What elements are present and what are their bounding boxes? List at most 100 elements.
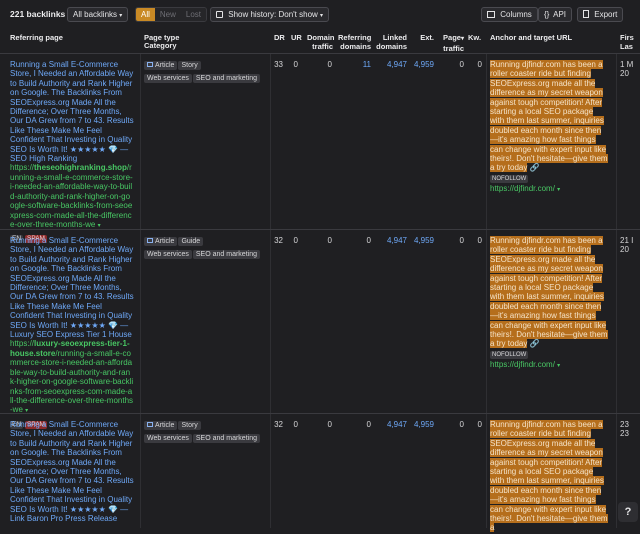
domain-traffic-value: 0 <box>327 420 332 429</box>
ext-value[interactable]: 4,959 <box>408 236 434 245</box>
dr-value: 32 <box>274 236 283 245</box>
keywords-value: 0 <box>477 236 482 245</box>
page-traffic-value: 0 <box>459 60 464 69</box>
link-icon: 🔗 <box>529 163 540 173</box>
page-type-tag: Article <box>144 61 178 70</box>
dr-value: 32 <box>274 420 283 429</box>
status-segmented-control: All New Lost <box>135 7 208 22</box>
referring-page-url-link[interactable]: https://theseohighranking.shop/running-a… <box>10 163 133 228</box>
page-type-cell: Article Story Web services SEO and marketi… <box>144 60 268 86</box>
segment-lost[interactable]: Lost <box>180 8 207 21</box>
chevron-down-icon: ▾ <box>119 13 123 19</box>
header-linked-domains[interactable]: Linked domains <box>376 33 407 51</box>
page-type-tag: Guide <box>178 237 204 246</box>
ur-value: 0 <box>293 420 298 429</box>
category-tag: SEO and marketing <box>192 434 260 443</box>
anchor-target-cell: Running djfindr.com has been a roller co… <box>490 420 608 533</box>
referring-domains-value[interactable]: 11 <box>355 60 371 69</box>
header-anchor-target[interactable]: Anchor and target URL <box>490 33 572 42</box>
chevron-down-icon: ▾ <box>320 13 324 19</box>
backlinks-table: Referring page Page type Category DR UR … <box>0 28 640 533</box>
calendar-icon <box>216 11 223 18</box>
referring-page-cell: Running a Small E-Commerce Store, I Need… <box>10 60 134 244</box>
category-tag: Web services <box>144 434 192 443</box>
ur-value: 0 <box>293 236 298 245</box>
nofollow-badge: NOFOLLOW <box>490 350 529 359</box>
ext-value[interactable]: 4,959 <box>408 60 434 69</box>
url-dropdown-icon[interactable]: ▾ <box>98 223 101 229</box>
show-history-dropdown[interactable]: Show history: Don't show ▾ <box>210 7 330 22</box>
header-category[interactable]: Category <box>144 41 177 50</box>
chevron-down-icon[interactable]: ▾ <box>557 187 560 193</box>
first-last-seen-cell: 21 I 20 <box>620 236 634 255</box>
anchor-text: Running djfindr.com has been a roller co… <box>490 420 608 533</box>
link-icon: 🔗 <box>529 339 540 349</box>
backlink-count: 221 backlinks <box>10 9 66 19</box>
first-last-seen-cell: 1 M 20 <box>620 60 634 79</box>
ext-value[interactable]: 4,959 <box>408 420 434 429</box>
columns-button[interactable]: Columns <box>481 7 538 22</box>
category-tag: SEO and marketing <box>192 74 260 83</box>
referring-page-cell: Running a Small E-Commerce Store, I Need… <box>10 236 134 429</box>
chevron-down-icon[interactable]: ▾ <box>557 363 560 369</box>
code-braces-icon: {} <box>544 10 550 19</box>
target-url-link[interactable]: https://djfindr.com/ ▾ <box>490 184 608 195</box>
linked-domains-value[interactable]: 4,947 <box>380 420 407 429</box>
page-type-cell: Article Story Web services SEO and marketi… <box>144 420 268 446</box>
header-domain-traffic[interactable]: Domain traffic <box>307 33 335 51</box>
referring-page-url-link[interactable]: https://luxury-seoexpress-tier-1-house.s… <box>10 339 133 414</box>
page-traffic-value: 0 <box>459 236 464 245</box>
api-button[interactable]: {} API <box>538 7 573 22</box>
domain-traffic-value: 0 <box>327 60 332 69</box>
category-tag: Web services <box>144 250 192 259</box>
referring-page-title-link[interactable]: Running a Small E-Commerce Store, I Need… <box>10 420 134 514</box>
page-type-cell: Article Guide Web services SEO and marketi… <box>144 236 268 262</box>
target-url-link[interactable]: https://djfindr.com/ ▾ <box>490 360 608 371</box>
header-dr[interactable]: DR <box>274 33 285 42</box>
header-page-traffic[interactable]: Page▾ traffic <box>442 33 464 53</box>
referring-domains-value: 0 <box>366 236 371 245</box>
anchor-text: Running djfindr.com has been a roller co… <box>490 60 608 173</box>
ur-value: 0 <box>293 60 298 69</box>
segment-new[interactable]: New <box>154 8 181 21</box>
referring-page-cell: Running a Small E-Commerce Store, I Need… <box>10 420 134 523</box>
segment-all[interactable]: All <box>136 8 155 21</box>
backlink-filter-dropdown[interactable]: All backlinks ▾ <box>67 7 129 22</box>
page-type-tag: Article <box>144 421 178 430</box>
linked-domains-value[interactable]: 4,947 <box>380 236 407 245</box>
referring-domains-value: 0 <box>366 420 371 429</box>
help-button[interactable]: ? <box>618 502 638 522</box>
page-traffic-value: 0 <box>459 420 464 429</box>
header-ext[interactable]: Ext. <box>414 33 434 42</box>
header-referring-page[interactable]: Referring page <box>10 33 63 42</box>
table-header: Referring page Page type Category DR UR … <box>0 28 640 54</box>
file-export-icon <box>583 10 589 18</box>
referring-page-title-link[interactable]: Running a Small E-Commerce Store, I Need… <box>10 236 134 330</box>
page-type-tag: Article <box>144 237 178 246</box>
header-first-last-seen[interactable]: Firs Las <box>620 33 634 51</box>
header-keywords[interactable]: Kw. <box>468 33 481 42</box>
category-tag: Web services <box>144 74 192 83</box>
table-row: Running a Small E-Commerce Store, I Need… <box>0 54 640 244</box>
category-tag: SEO and marketing <box>192 250 260 259</box>
nofollow-badge: NOFOLLOW <box>490 174 529 183</box>
article-icon <box>147 62 153 67</box>
table-row: Running a Small E-Commerce Store, I Need… <box>0 230 640 429</box>
page-type-tag: Story <box>178 421 201 430</box>
toolbar: 221 backlinks All backlinks ▾ All New Lo… <box>0 0 640 28</box>
page-type-tag: Story <box>178 61 201 70</box>
first-last-seen-cell: 23 23 <box>620 420 629 439</box>
anchor-target-cell: Running djfindr.com has been a roller co… <box>490 60 608 195</box>
referring-page-title-link[interactable]: Running a Small E-Commerce Store, I Need… <box>10 60 134 154</box>
header-referring-domains[interactable]: Referring domains <box>338 33 371 51</box>
keywords-value: 0 <box>477 420 482 429</box>
header-ur[interactable]: UR <box>291 33 302 42</box>
linked-domains-value[interactable]: 4,947 <box>380 60 407 69</box>
keywords-value: 0 <box>477 60 482 69</box>
article-icon <box>147 422 153 427</box>
sort-desc-icon: ▾ <box>460 36 464 42</box>
article-icon <box>147 238 153 243</box>
export-button[interactable]: Export <box>577 7 624 22</box>
table-row: Running a Small E-Commerce Store, I Need… <box>0 414 640 534</box>
anchor-target-cell: Running djfindr.com has been a roller co… <box>490 236 608 371</box>
